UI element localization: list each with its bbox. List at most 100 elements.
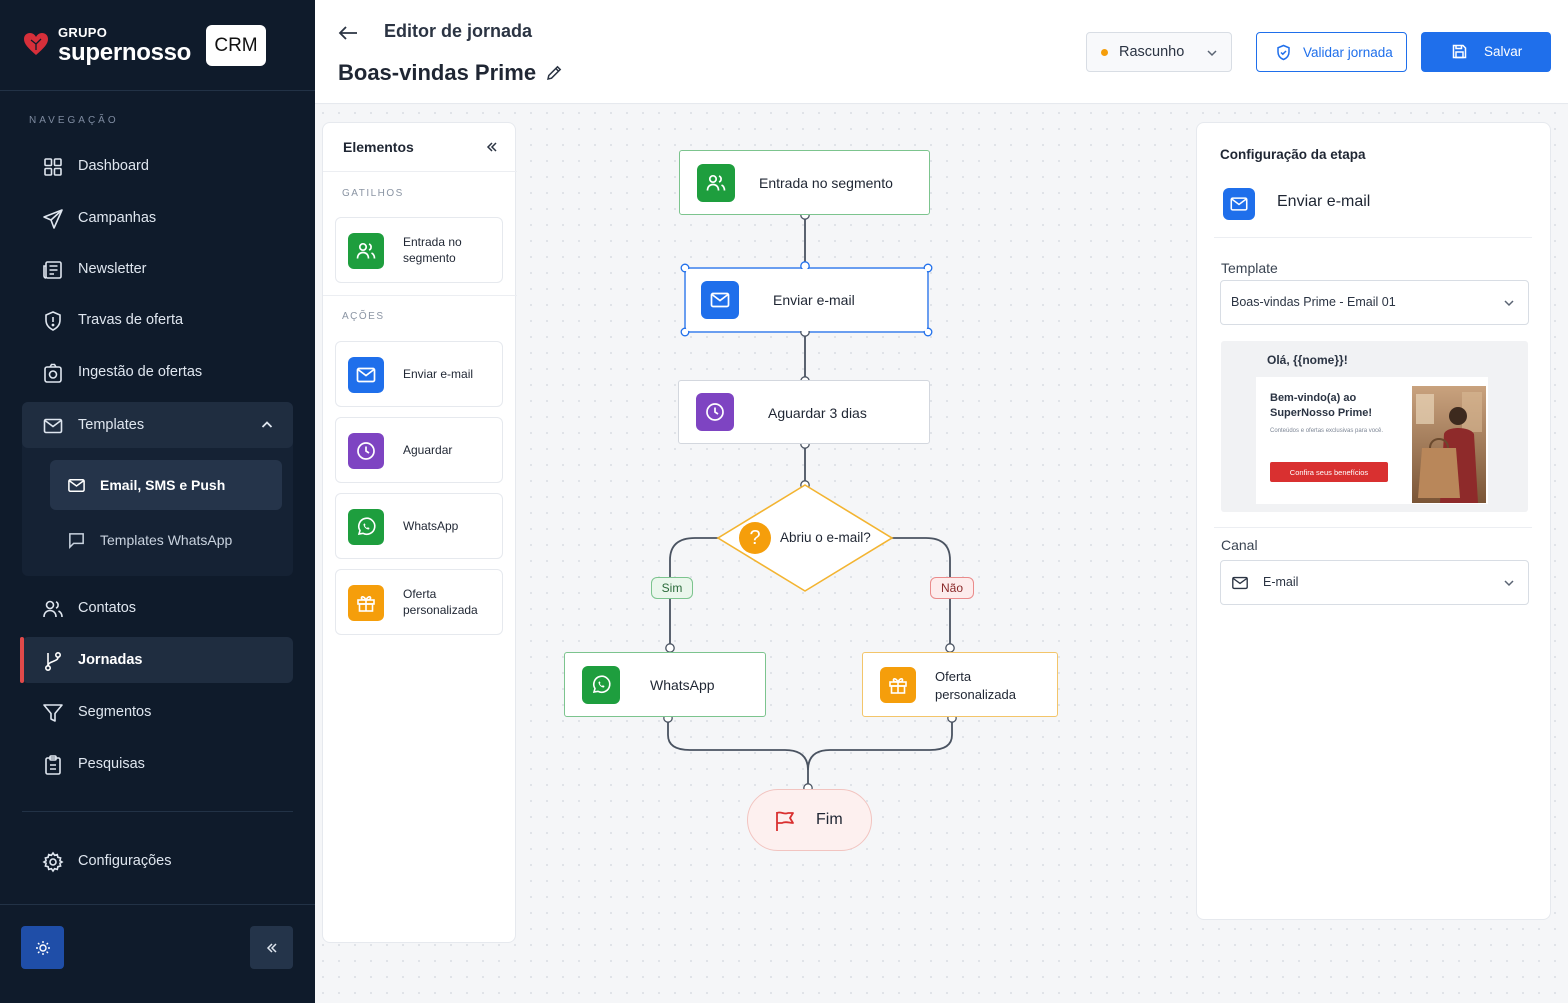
sidebar-subitem-templates-whatsapp[interactable]: Templates WhatsApp bbox=[50, 515, 282, 565]
chevron-down-icon bbox=[1207, 50, 1217, 57]
flow-node-fim[interactable]: Fim bbox=[747, 789, 872, 851]
flow-node-enviar-email[interactable]: Enviar e-mail bbox=[686, 269, 927, 331]
validate-journey-label: Validar jornada bbox=[1303, 45, 1393, 60]
flow-node-aguardar[interactable]: Aguardar 3 dias bbox=[678, 380, 930, 444]
branch-label-no: Não bbox=[930, 577, 974, 599]
sidebar-item-templates[interactable]: Templates bbox=[22, 402, 293, 448]
elements-panel-title: Elementos bbox=[343, 139, 414, 155]
element-oferta-personalizada[interactable]: Oferta personalizada bbox=[335, 569, 503, 635]
channel-label: Canal bbox=[1221, 537, 1258, 553]
validate-journey-button[interactable]: Validar jornada bbox=[1256, 32, 1407, 72]
nav-heading: NAVEGAÇÃO bbox=[29, 115, 119, 126]
triggers-heading: GATILHOS bbox=[342, 188, 404, 199]
sidebar-item-label: Contatos bbox=[78, 600, 137, 616]
mail-icon bbox=[1223, 188, 1255, 220]
shield-icon bbox=[45, 311, 61, 331]
element-aguardar[interactable]: Aguardar bbox=[335, 417, 503, 483]
chevrons-left-icon[interactable] bbox=[485, 140, 499, 154]
channel-select[interactable]: E-mail bbox=[1220, 560, 1529, 605]
mail-icon bbox=[348, 357, 384, 393]
sidebar-item-segmentos[interactable]: Segmentos bbox=[22, 689, 293, 735]
preview-cta-button: Confira seus benefícios bbox=[1270, 462, 1388, 482]
sidebar-item-dashboard[interactable]: Dashboard bbox=[22, 143, 293, 189]
theme-toggle-button[interactable] bbox=[21, 926, 64, 969]
mail-icon bbox=[43, 418, 63, 434]
flow-node-whatsapp[interactable]: WhatsApp bbox=[564, 652, 766, 717]
preview-card: Bem-vindo(a) ao SuperNosso Prime! Conteú… bbox=[1256, 377, 1488, 504]
sidebar-item-travas-de-oferta[interactable]: Travas de oferta bbox=[22, 297, 293, 343]
element-whatsapp[interactable]: WhatsApp bbox=[335, 493, 503, 559]
sidebar-item-pesquisas[interactable]: Pesquisas bbox=[22, 741, 293, 787]
email-preview[interactable]: Olá, {{nome}}! Bem-vindo(a) ao SuperNoss… bbox=[1221, 341, 1528, 512]
sidebar-divider bbox=[22, 811, 293, 812]
sidebar-item-label: Templates bbox=[78, 417, 145, 433]
sidebar-item-label: Jornadas bbox=[78, 652, 143, 668]
sidebar-item-ingestao-de-ofertas[interactable]: Ingestão de ofertas bbox=[22, 349, 293, 395]
sidebar-item-label: Configurações bbox=[78, 853, 172, 869]
filter-icon bbox=[43, 704, 63, 722]
newspaper-icon bbox=[43, 261, 62, 279]
collapse-sidebar-button[interactable] bbox=[250, 926, 293, 969]
crm-badge: CRM bbox=[206, 25, 266, 66]
flow-node-label: Oferta personalizada bbox=[935, 669, 1016, 702]
back-arrow-icon[interactable] bbox=[337, 22, 359, 44]
sidebar-item-newsletter[interactable]: Newsletter bbox=[22, 246, 293, 292]
clipboard-icon bbox=[45, 755, 61, 775]
gear-icon bbox=[42, 851, 64, 873]
flow-node-entrada-no-segmento[interactable]: Entrada no segmento bbox=[679, 150, 930, 215]
users-icon bbox=[348, 233, 384, 269]
editor-title: Editor de jornada bbox=[384, 21, 533, 41]
chevron-up-icon bbox=[261, 421, 273, 428]
flow-node-decision[interactable]: ? Abriu o e-mail? bbox=[736, 520, 876, 556]
sidebar-item-contatos[interactable]: Contatos bbox=[22, 585, 293, 631]
sidebar-item-label: Dashboard bbox=[78, 158, 149, 174]
panel-divider bbox=[323, 171, 517, 172]
sidebar-item-label: Pesquisas bbox=[78, 756, 145, 772]
save-button[interactable]: Salvar bbox=[1421, 32, 1551, 72]
sidebar-item-campanhas[interactable]: Campanhas bbox=[22, 195, 293, 241]
users-icon bbox=[43, 600, 63, 618]
brand: GRUPO supernosso CRM bbox=[0, 0, 315, 91]
sidebar-subitem-label: Templates WhatsApp bbox=[100, 532, 233, 548]
channel-value: E-mail bbox=[1263, 575, 1299, 589]
sidebar-item-label: Newsletter bbox=[78, 261, 147, 277]
clock-icon bbox=[696, 393, 734, 431]
sidebar-item-jornadas[interactable]: Jornadas bbox=[20, 637, 293, 683]
chevron-down-icon bbox=[1504, 300, 1514, 307]
branch-label-yes: Sim bbox=[651, 577, 693, 599]
sidebar-item-configuracoes[interactable]: Configurações bbox=[22, 838, 293, 884]
gift-icon bbox=[348, 585, 384, 621]
editor-header: Editor de jornada Boas-vindas Prime Rasc… bbox=[315, 0, 1568, 104]
elements-panel: Elementos GATILHOS Entrada no segmento A… bbox=[322, 122, 517, 943]
sidebar-item-label: Campanhas bbox=[78, 210, 157, 226]
sidebar-item-label: Ingestão de ofertas bbox=[78, 364, 203, 380]
flag-icon bbox=[776, 811, 794, 831]
pencil-icon[interactable] bbox=[545, 64, 563, 82]
template-select[interactable]: Boas-vindas Prime - Email 01 bbox=[1220, 280, 1529, 325]
flow-node-oferta-personalizada[interactable]: Oferta personalizada bbox=[862, 652, 1058, 717]
element-label: WhatsApp bbox=[403, 519, 459, 533]
element-entrada-no-segmento[interactable]: Entrada no segmento bbox=[335, 217, 503, 283]
mail-icon bbox=[701, 281, 739, 319]
panel-divider bbox=[323, 295, 517, 296]
preview-greeting: Olá, {{nome}}! bbox=[1267, 353, 1348, 367]
preview-headline: Bem-vindo(a) ao SuperNosso Prime! bbox=[1270, 392, 1373, 419]
mail-icon bbox=[1232, 576, 1248, 590]
heart-logo-icon bbox=[24, 33, 48, 55]
flow-node-label: Enviar e-mail bbox=[773, 292, 855, 308]
grid-icon bbox=[44, 158, 62, 176]
clock-icon bbox=[348, 433, 384, 469]
element-label: Entrada no segmento bbox=[403, 235, 462, 265]
question-icon: ? bbox=[739, 522, 771, 554]
mail-icon bbox=[68, 479, 85, 492]
status-dot bbox=[1101, 49, 1108, 56]
save-label: Salvar bbox=[1484, 44, 1523, 59]
sidebar-subitem-email-sms-push[interactable]: Email, SMS e Push bbox=[50, 460, 282, 510]
template-label: Template bbox=[1221, 260, 1278, 276]
camera-icon bbox=[44, 363, 62, 383]
gift-icon bbox=[880, 667, 916, 703]
whatsapp-icon bbox=[582, 666, 620, 704]
element-enviar-email[interactable]: Enviar e-mail bbox=[335, 341, 503, 407]
sidebar: GRUPO supernosso CRM NAVEGAÇÃO Dashboard… bbox=[0, 0, 315, 1003]
status-select[interactable]: Rascunho bbox=[1086, 32, 1232, 72]
